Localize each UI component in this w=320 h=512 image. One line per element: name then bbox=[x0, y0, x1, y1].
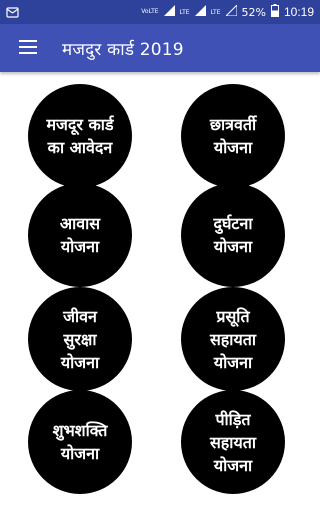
button-label: आवास योजना bbox=[59, 214, 101, 256]
status-right: VoLTE LTE LTE 52% 10:19 bbox=[141, 3, 314, 20]
app-bar: मजदुर कार्ड 2019 bbox=[0, 24, 320, 72]
button-label: मजदूर कार्ड का आवेदन bbox=[46, 115, 114, 157]
scheme-grid: मजदूर कार्ड का आवेदन छात्रवर्ती योजना आव… bbox=[0, 72, 320, 512]
button-label: प्रसूति सहायता योजना bbox=[209, 306, 256, 372]
page-title: मजदुर कार्ड 2019 bbox=[62, 39, 184, 60]
housing-scheme-button[interactable]: आवास योजना bbox=[28, 183, 132, 287]
accident-scheme-button[interactable]: दुर्घटना योजना bbox=[181, 183, 285, 287]
life-security-scheme-button[interactable]: जीवन सुरक्षा योजना bbox=[28, 287, 132, 391]
battery-percent: 52% bbox=[241, 5, 266, 19]
hamburger-menu-button[interactable] bbox=[4, 24, 52, 72]
battery-icon bbox=[270, 4, 279, 20]
scholarship-scheme-button[interactable]: छात्रवर्ती योजना bbox=[181, 84, 285, 188]
signal-icon-3 bbox=[224, 3, 238, 19]
status-left bbox=[6, 6, 19, 19]
signal-icon bbox=[163, 5, 175, 19]
volte-indicator: VoLTE bbox=[141, 8, 159, 15]
maternity-assistance-scheme-button[interactable]: प्रसूति सहायता योजना bbox=[181, 287, 285, 391]
clock: 10:19 bbox=[283, 5, 314, 19]
button-label: शुभशक्ति योजना bbox=[52, 421, 108, 463]
lte-indicator-2: LTE bbox=[210, 8, 221, 16]
mazdoor-card-application-button[interactable]: मजदूर कार्ड का आवेदन bbox=[28, 84, 132, 188]
lte-indicator-1: LTE bbox=[179, 8, 190, 16]
victim-assistance-scheme-button[interactable]: पीड़ित सहायता योजना bbox=[181, 390, 285, 494]
button-label: पीड़ित सहायता योजना bbox=[209, 409, 256, 475]
shubhshakti-scheme-button[interactable]: शुभशक्ति योजना bbox=[28, 390, 132, 494]
status-bar: VoLTE LTE LTE 52% 10:19 bbox=[0, 0, 320, 24]
notification-icon bbox=[6, 6, 19, 19]
button-label: छात्रवर्ती योजना bbox=[209, 115, 257, 157]
hamburger-icon bbox=[19, 39, 37, 58]
button-label: दुर्घटना योजना bbox=[213, 214, 253, 256]
button-label: जीवन सुरक्षा योजना bbox=[60, 306, 100, 372]
signal-icon-2 bbox=[194, 5, 206, 19]
